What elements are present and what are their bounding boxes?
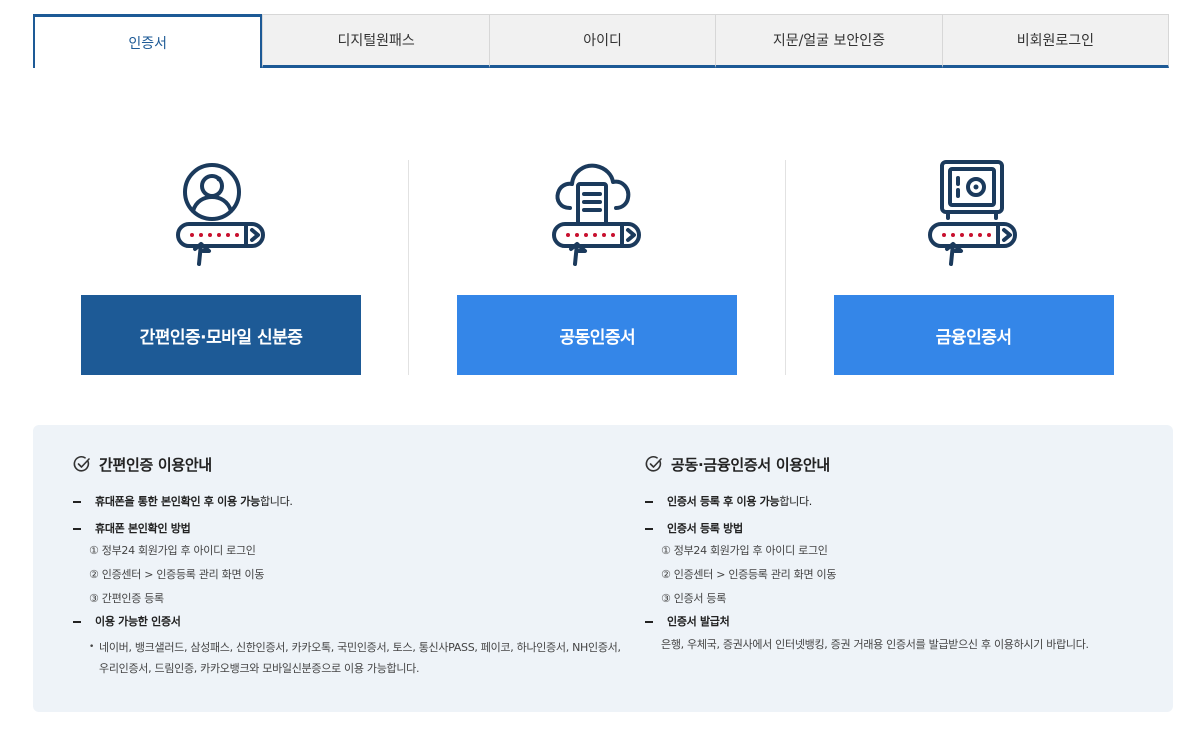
guide-step: ① 정부24 회원가입 후 아이디 로그인 bbox=[89, 544, 256, 557]
guide-item-bold: 이용 가능한 인증서 bbox=[95, 615, 181, 628]
guide-step: ① 정부24 회원가입 후 아이디 로그인 bbox=[661, 544, 828, 557]
login-tabs: 인증서 디지털원패스 아이디 지문/얼굴 보안인증 비회원로그인 bbox=[33, 14, 1170, 68]
usage-guide: 간편인증 이용안내 휴대폰을 통한 본인확인 후 이용 가능 합니다. 휴대폰 본… bbox=[33, 425, 1173, 712]
tab-id[interactable]: 아이디 bbox=[488, 14, 716, 68]
option-financial-certificate: 금융인증서 bbox=[784, 160, 1161, 375]
check-circle-icon bbox=[645, 456, 662, 472]
dash-icon bbox=[645, 500, 653, 503]
guide-item-rest: 합니다. bbox=[259, 495, 293, 508]
guide-step: ② 인증센터 > 인증등록 관리 화면 이동 bbox=[661, 568, 837, 581]
joint-certificate-button[interactable]: 공동인증서 bbox=[457, 295, 738, 375]
guide-bullet: • 네이버, 뱅크샐러드, 삼성패스, 신한인증서, 카카오톡, 국민인증서, … bbox=[73, 637, 633, 679]
guide-item-rest: 합니다. bbox=[779, 495, 812, 508]
guide-item: 인증서 발급처 bbox=[645, 613, 1145, 630]
guide-step: ② 인증센터 > 인증등록 관리 화면 이동 bbox=[89, 568, 265, 581]
cloud-certificate-icon bbox=[551, 163, 641, 266]
financial-certificate-button[interactable]: 금융인증서 bbox=[833, 295, 1114, 375]
safe-certificate-icon bbox=[928, 160, 1018, 266]
guide-title-text: 공동·금융인증서 이용안내 bbox=[671, 455, 830, 474]
tab-certificate[interactable]: 인증서 bbox=[33, 14, 263, 68]
simple-auth-button[interactable]: 간편인증·모바일 신분증 bbox=[81, 295, 361, 375]
user-certificate-icon bbox=[175, 163, 265, 266]
dash-icon bbox=[645, 527, 653, 530]
simple-auth-guide: 간편인증 이용안내 휴대폰을 통한 본인확인 후 이용 가능 합니다. 휴대폰 본… bbox=[73, 453, 633, 679]
dash-icon bbox=[73, 620, 81, 623]
guide-title-text: 간편인증 이용안내 bbox=[99, 455, 212, 474]
guide-item-bold: 인증서 등록 방법 bbox=[667, 522, 743, 535]
guide-item-bold: 휴대폰을 통한 본인확인 후 이용 가능 bbox=[95, 495, 260, 508]
tab-non-member[interactable]: 비회원로그인 bbox=[941, 14, 1170, 68]
tab-biometric[interactable]: 지문/얼굴 보안인증 bbox=[715, 14, 942, 68]
bullet-icon: • bbox=[89, 642, 95, 652]
dash-icon bbox=[645, 620, 653, 623]
dash-icon bbox=[73, 500, 81, 503]
guide-item: 휴대폰 본인확인 방법 bbox=[73, 520, 633, 537]
certificate-options: 간편인증·모바일 신분증 공동인증서 금융인증서 bbox=[33, 160, 1161, 375]
option-joint-certificate: 공동인증서 bbox=[408, 160, 784, 375]
guide-title: 간편인증 이용안내 bbox=[73, 453, 633, 475]
guide-bullet-text: 네이버, 뱅크샐러드, 삼성패스, 신한인증서, 카카오톡, 국민인증서, 토스… bbox=[99, 641, 621, 675]
guide-item: 이용 가능한 인증서 bbox=[73, 613, 633, 630]
dash-icon bbox=[73, 527, 81, 530]
guide-item: 휴대폰을 통한 본인확인 후 이용 가능 합니다. bbox=[73, 493, 633, 510]
guide-step: ③ 인증서 등록 bbox=[661, 592, 727, 605]
tab-digital-onepass[interactable]: 디지털원패스 bbox=[262, 14, 489, 68]
option-simple-auth: 간편인증·모바일 신분증 bbox=[33, 160, 408, 375]
guide-item-bold: 휴대폰 본인확인 방법 bbox=[95, 522, 191, 535]
guide-item-bold: 인증서 등록 후 이용 가능 bbox=[667, 495, 780, 508]
guide-item: 인증서 등록 후 이용 가능 합니다. bbox=[645, 493, 1145, 510]
guide-item: 인증서 등록 방법 bbox=[645, 520, 1145, 537]
guide-title: 공동·금융인증서 이용안내 bbox=[645, 453, 1145, 475]
certificate-guide: 공동·금융인증서 이용안내 인증서 등록 후 이용 가능 합니다. 인증서 등록 … bbox=[645, 453, 1145, 653]
guide-step: ③ 간편인증 등록 bbox=[89, 592, 164, 605]
guide-item-bold: 인증서 발급처 bbox=[667, 615, 730, 628]
check-circle-icon bbox=[73, 456, 90, 472]
guide-text: 은행, 우체국, 증권사에서 인터넷뱅킹, 증권 거래용 인증서를 발급받으신 … bbox=[661, 638, 1089, 651]
